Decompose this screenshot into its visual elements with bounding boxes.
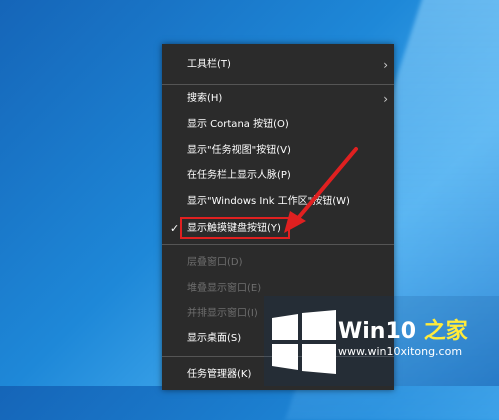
menu-item-label: 显示 Cortana 按钮(O) (187, 119, 289, 130)
highlight-box (180, 217, 290, 239)
menu-item-label: 任务管理器(K) (187, 369, 252, 380)
menu-item-label: 显示"任务视图"按钮(V) (187, 145, 291, 156)
annotation-arrow-icon (284, 147, 358, 233)
menu-item-label: 并排显示窗口(I) (187, 308, 258, 319)
watermark-site: www.win10xitong.com (338, 345, 463, 358)
menu-separator (162, 84, 394, 85)
menu-item-toolbars[interactable]: 工具栏(T) › (162, 54, 394, 76)
menu-item-label: 工具栏(T) (187, 59, 231, 70)
menu-separator (162, 244, 394, 245)
menu-item-show-cortana[interactable]: 显示 Cortana 按钮(O) (162, 114, 394, 136)
menu-item-label: 堆叠显示窗口(E) (187, 283, 262, 294)
menu-item-label: 在任务栏上显示人脉(P) (187, 170, 291, 181)
submenu-arrow-icon: › (383, 58, 388, 72)
menu-item-cascade-windows[interactable]: 层叠窗口(D) (162, 252, 394, 274)
watermark-brand-accent: 之家 (416, 319, 468, 344)
watermark-brand-main: Win10 (338, 319, 417, 344)
windows-logo-icon (272, 310, 336, 374)
menu-item-search[interactable]: 搜索(H) › (162, 88, 394, 110)
watermark-brand: Win10 之家 (338, 313, 468, 345)
menu-item-label: 搜索(H) (187, 93, 223, 104)
check-mark-icon: ✓ (170, 222, 180, 235)
menu-item-label: 显示桌面(S) (187, 333, 242, 344)
submenu-arrow-icon: › (383, 92, 388, 106)
menu-item-label: 层叠窗口(D) (187, 257, 243, 268)
